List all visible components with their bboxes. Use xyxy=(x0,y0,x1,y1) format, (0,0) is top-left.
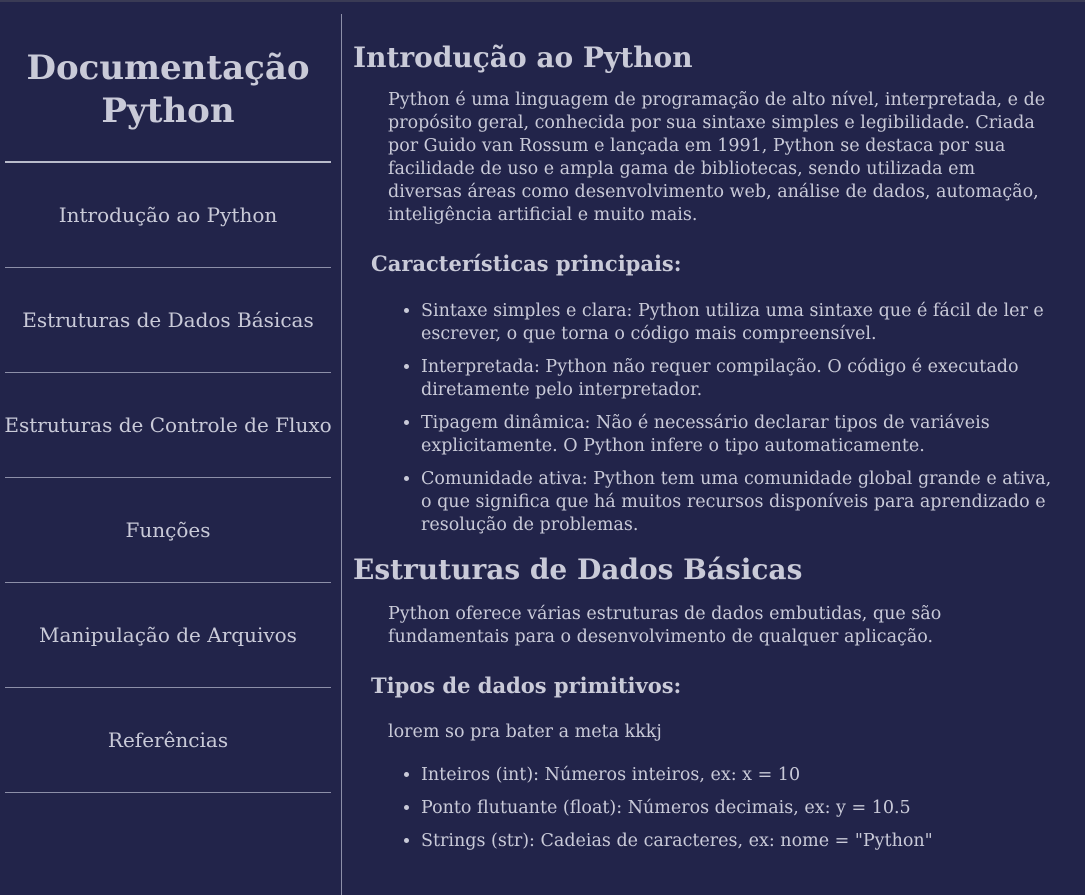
nav-item-funcoes[interactable]: Funções xyxy=(5,478,331,583)
features-list: Sintaxe simples e clara: Python utiliza … xyxy=(353,300,1053,537)
section-title: Estruturas de Dados Básicas xyxy=(353,553,803,586)
primitive-types-list: Inteiros (int): Números inteiros, ex: x … xyxy=(353,764,1053,853)
section-title: Introdução ao Python xyxy=(353,41,693,74)
list-item: Tipagem dinâmica: Não é necessário decla… xyxy=(421,412,1053,458)
section-intro-paragraph: Python oferece várias estruturas de dado… xyxy=(388,604,942,647)
nav-item-introducao[interactable]: Introdução ao Python xyxy=(5,163,331,268)
window-top-border xyxy=(0,0,1085,2)
section-estruturas-de-dados: Estruturas de Dados Básicas Python ofere… xyxy=(353,553,1053,853)
section-note: lorem so pra bater a meta kkkj xyxy=(388,722,662,742)
list-item: Inteiros (int): Números inteiros, ex: x … xyxy=(421,764,1053,787)
nav-item-manipulacao-arquivos[interactable]: Manipulação de Arquivos xyxy=(5,583,331,688)
list-item: Ponto flutuante (float): Números decimai… xyxy=(421,797,1053,820)
sidebar-divider xyxy=(341,14,342,895)
section-subtitle: Características principais: xyxy=(371,251,682,276)
sidebar: Documentação Python Introdução ao Python… xyxy=(4,14,332,895)
sidebar-title: Documentação Python xyxy=(5,14,331,163)
nav-item-controle-de-fluxo[interactable]: Estruturas de Controle de Fluxo xyxy=(4,373,332,478)
section-introducao: Introdução ao Python Python é uma lingua… xyxy=(353,41,1053,537)
nav-item-estruturas-de-dados[interactable]: Estruturas de Dados Básicas xyxy=(5,268,331,373)
list-item: Interpretada: Python não requer compilaç… xyxy=(421,356,1053,402)
sidebar-title-line1: Documentação xyxy=(26,48,310,88)
nav-item-referencias[interactable]: Referências xyxy=(5,688,331,793)
list-item: Comunidade ativa: Python tem uma comunid… xyxy=(421,468,1053,537)
main-content: Introdução ao Python Python é uma lingua… xyxy=(353,14,1053,863)
list-item: Strings (str): Cadeias de caracteres, ex… xyxy=(421,830,1053,853)
list-item: Sintaxe simples e clara: Python utiliza … xyxy=(421,300,1053,346)
section-intro-paragraph: Python é uma linguagem de programação de… xyxy=(388,90,1046,225)
section-subtitle: Tipos de dados primitivos: xyxy=(371,673,682,698)
sidebar-title-line2: Python xyxy=(101,91,235,131)
